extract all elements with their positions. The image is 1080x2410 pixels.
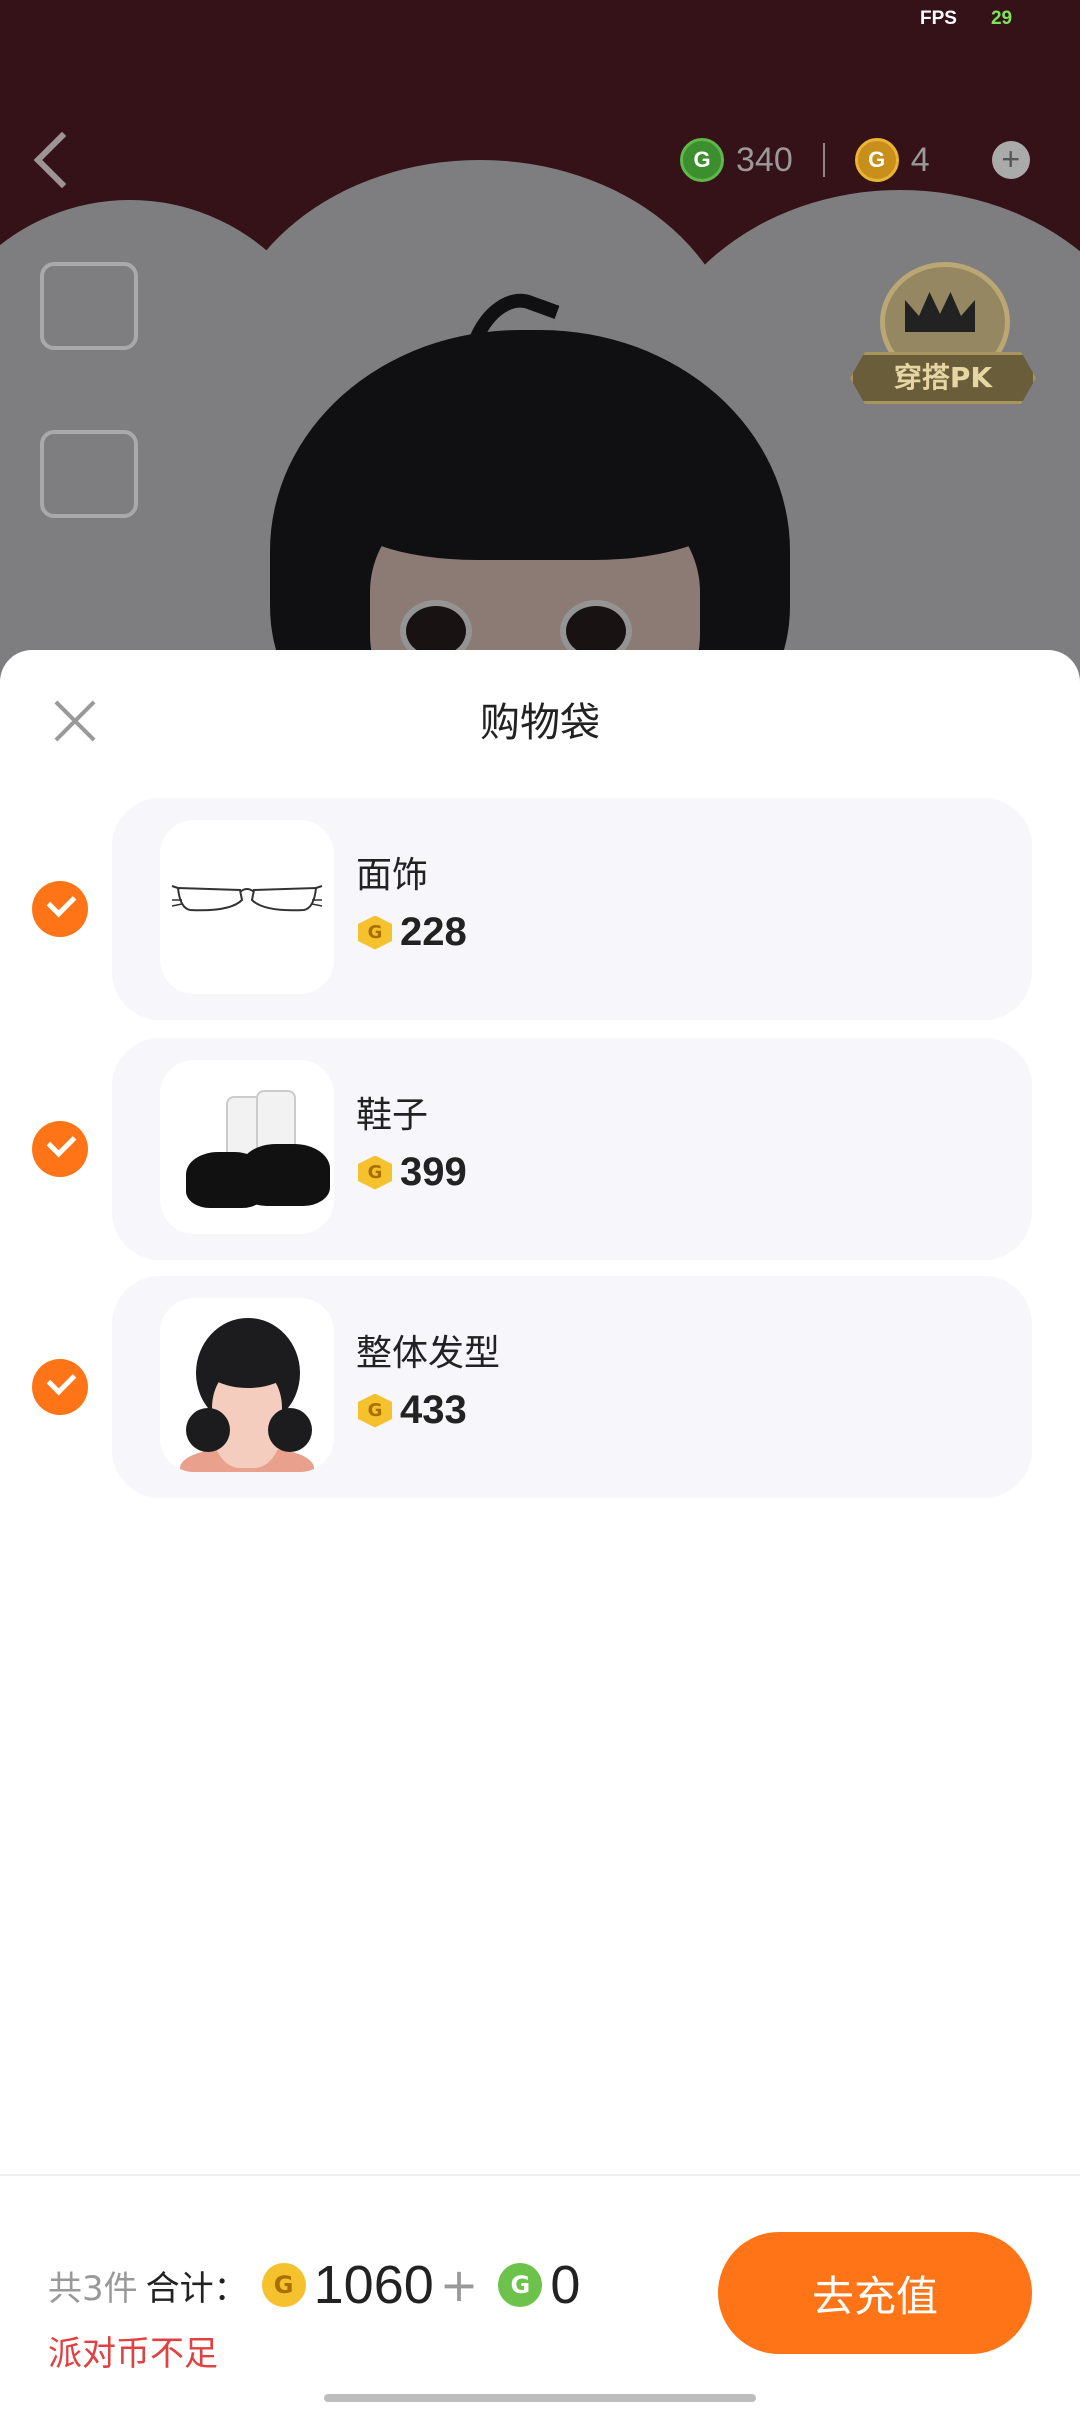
gift-icon <box>40 430 138 518</box>
total-summary: 共3件 合计： G 1060 + G 0 <box>48 2254 580 2316</box>
hair-bun-right <box>268 1408 312 1452</box>
shoe-icon <box>240 1144 330 1206</box>
hair-bangs <box>202 1338 294 1388</box>
gold-coin-icon: G <box>358 915 392 950</box>
item-price-row: G 228 <box>358 910 467 955</box>
fps-label: FPS <box>920 8 957 29</box>
insufficient-coins-warning: 派对币不足 <box>48 2334 218 2374</box>
side-menu-item-2[interactable] <box>34 430 138 518</box>
item-thumbnail <box>160 1060 334 1234</box>
green-coin-balance: 340 <box>736 140 793 179</box>
item-name: 面饰 <box>356 855 429 896</box>
plus-sign: + <box>439 2258 479 2312</box>
pk-label: 穿搭PK <box>850 352 1036 404</box>
item-card[interactable]: 鞋子 G 399 <box>112 1038 1032 1260</box>
recharge-button[interactable]: 去充值 <box>718 2232 1032 2354</box>
green-coin-icon: G <box>680 138 724 182</box>
green-coin-icon: G <box>498 2263 543 2307</box>
item-thumbnail <box>160 820 334 994</box>
item-price-row: G 399 <box>358 1150 467 1195</box>
side-menu-item-1[interactable] <box>34 262 138 350</box>
fps-counter: FPS 29 <box>920 8 1012 30</box>
total-label: 合计： <box>145 2268 248 2309</box>
fps-value: 29 <box>990 8 1013 29</box>
item-count: 共3件 <box>48 2268 138 2309</box>
item-name: 整体发型 <box>356 1333 501 1374</box>
glasses-icon <box>171 885 323 912</box>
green-total: 0 <box>550 2255 581 2315</box>
item-card[interactable]: 面饰 G 228 <box>112 798 1032 1020</box>
item-price: 399 <box>400 1150 467 1194</box>
sheet-title: 购物袋 <box>480 700 600 746</box>
outfit-pk-badge[interactable]: 穿搭PK <box>850 262 1036 404</box>
home-indicator[interactable] <box>324 2394 756 2402</box>
check-icon[interactable] <box>32 881 88 937</box>
item-price: 228 <box>400 910 467 954</box>
gold-coin-icon: G <box>854 138 899 182</box>
item-name: 鞋子 <box>356 1095 429 1136</box>
check-icon[interactable] <box>32 1359 88 1415</box>
checkout-footer: 共3件 合计： G 1060 + G 0 派对币不足 去充值 <box>0 2174 1080 2410</box>
cart-item-face-accessory: 面饰 G 228 <box>0 798 1080 1020</box>
cart-item-hairstyle: 整体发型 G 433 <box>0 1276 1080 1498</box>
gold-coin-icon: G <box>358 1155 392 1190</box>
cart-item-shoes: 鞋子 G 399 <box>0 1038 1080 1260</box>
hanger-icon <box>40 262 138 350</box>
item-price-row: G 433 <box>358 1388 467 1433</box>
gold-coin-icon: G <box>261 2263 306 2307</box>
shopping-bag-sheet: 购物袋 面饰 G 228 鞋子 G 399 整体发型 G 433 <box>0 650 1080 2408</box>
item-price: 433 <box>400 1388 467 1432</box>
gold-coin-icon: G <box>358 1393 392 1428</box>
item-thumbnail <box>160 1298 334 1472</box>
gold-coin-balance: 4 <box>910 140 930 179</box>
check-icon[interactable] <box>32 1121 88 1177</box>
currency-bar: G 340 G 4 + <box>680 138 1030 182</box>
hair-bun-left <box>186 1408 230 1452</box>
gold-total: 1060 <box>313 2255 434 2315</box>
item-card[interactable]: 整体发型 G 433 <box>112 1276 1032 1498</box>
currency-divider <box>822 143 825 177</box>
add-currency-icon[interactable]: + <box>991 141 1030 179</box>
